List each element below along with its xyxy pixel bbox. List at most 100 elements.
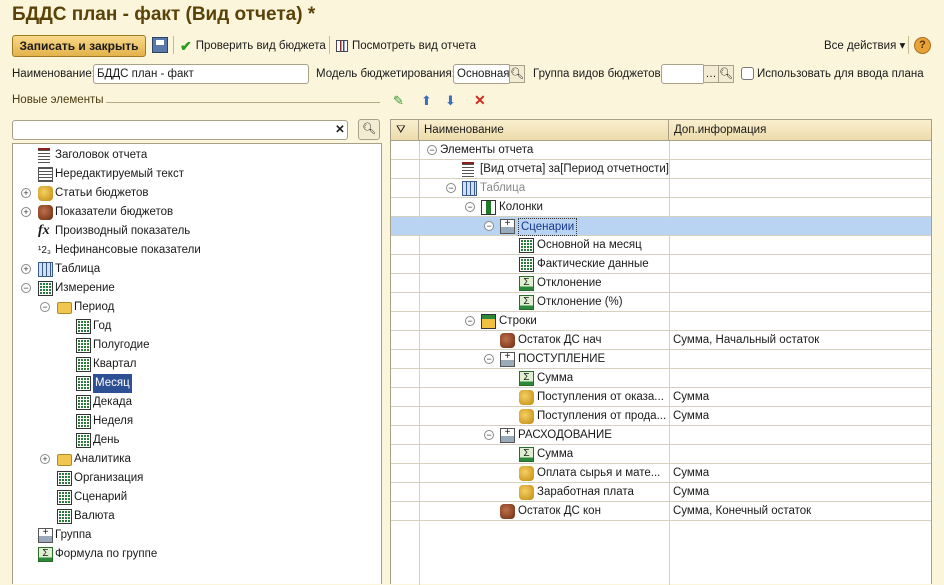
grid-row[interactable]: − Таблица xyxy=(391,179,931,198)
tree-item[interactable]: fx Производный показатель xyxy=(13,222,381,241)
expand-icon[interactable]: + xyxy=(21,207,31,217)
grid-row[interactable]: − + РАСХОДОВАНИЕ xyxy=(391,426,931,445)
text-icon xyxy=(38,167,53,182)
group-input[interactable] xyxy=(661,64,705,84)
report-structure-grid[interactable]: ⛛ Наименование Доп.информация − Элементы … xyxy=(390,119,932,585)
grid-row[interactable]: − Колонки xyxy=(391,198,931,217)
collapse-icon[interactable]: − xyxy=(40,302,50,312)
tree-item[interactable]: Месяц xyxy=(13,374,381,393)
expand-icon[interactable]: + xyxy=(21,188,31,198)
collapse-icon[interactable]: − xyxy=(21,283,31,293)
grid-row[interactable]: Оплата сырья и мате... Сумма xyxy=(391,464,931,483)
grid-row[interactable]: Заработная плата Сумма xyxy=(391,483,931,502)
grid-row[interactable]: Σ Отклонение (%) xyxy=(391,293,931,312)
tree-item[interactable]: + Аналитика xyxy=(13,450,381,469)
grid-icon xyxy=(57,490,72,505)
all-actions-menu[interactable]: Все действия ▾ xyxy=(824,37,905,55)
tree-item[interactable]: Год xyxy=(13,317,381,336)
column-header-name[interactable]: Наименование xyxy=(419,120,669,141)
coins-red-icon xyxy=(38,205,53,220)
divider xyxy=(106,102,380,103)
help-icon[interactable]: ? xyxy=(914,37,931,54)
tree-item-label: Период xyxy=(74,301,115,313)
tree-item[interactable]: Валюта xyxy=(13,507,381,526)
tree-item[interactable]: Декада xyxy=(13,393,381,412)
search-button-icon[interactable]: 🔍︎ xyxy=(358,119,380,140)
coins-red-icon xyxy=(500,504,515,519)
clear-search-icon[interactable]: ✕ xyxy=(332,121,348,139)
row-name: Сценарии xyxy=(518,218,578,236)
expand-icon[interactable]: + xyxy=(40,454,50,464)
tree-item[interactable]: + Статьи бюджетов xyxy=(13,184,381,203)
grid-icon xyxy=(76,319,91,334)
model-input[interactable]: Основная xyxy=(453,64,511,84)
grid-row[interactable]: Поступления от прода... Сумма xyxy=(391,407,931,426)
grid-row[interactable]: Σ Сумма xyxy=(391,445,931,464)
tree-item[interactable]: Σ Формула по группе xyxy=(13,545,381,564)
tree-item[interactable]: Нередактируемый текст xyxy=(13,165,381,184)
row-name: Отклонение xyxy=(537,277,602,289)
tree-item[interactable]: + Группа xyxy=(13,526,381,545)
filter-icon[interactable]: ⛛ xyxy=(391,120,419,141)
coins-icon xyxy=(519,466,534,481)
name-input[interactable]: БДДС план - факт xyxy=(93,64,309,84)
grid-row[interactable]: Остаток ДС кон Сумма, Конечный остаток xyxy=(391,502,931,521)
collapse-icon[interactable]: − xyxy=(484,354,494,364)
move-down-icon[interactable]: ⬇ xyxy=(445,93,456,109)
grid-row[interactable]: [Вид отчета] за[Период отчетности] xyxy=(391,160,931,179)
tree-item-label: Год xyxy=(93,320,112,332)
use-plan-checkbox[interactable] xyxy=(741,67,754,80)
collapse-icon[interactable]: − xyxy=(465,202,475,212)
delete-icon[interactable]: ✕ xyxy=(474,92,486,109)
save-and-close-button[interactable]: Записать и закрыть xyxy=(12,35,146,57)
grid-row[interactable]: − + Сценарии xyxy=(391,217,931,236)
collapse-icon[interactable]: − xyxy=(484,221,494,231)
tree-item[interactable]: − Измерение xyxy=(13,279,381,298)
grid-row[interactable]: Поступления от оказа... Сумма xyxy=(391,388,931,407)
collapse-icon[interactable]: − xyxy=(484,430,494,440)
tree-item[interactable]: ¹2₃ Нефинансовые показатели xyxy=(13,241,381,260)
grid-row[interactable]: Остаток ДС нач Сумма, Начальный остаток xyxy=(391,331,931,350)
collapse-icon[interactable]: − xyxy=(446,183,456,193)
elements-tree[interactable]: Заголовок отчета Нередактируемый текст + Ст… xyxy=(12,143,382,584)
sigma-icon: Σ xyxy=(519,371,534,386)
grid-row[interactable]: Основной на месяц xyxy=(391,236,931,255)
edit-icon[interactable]: ✎ xyxy=(393,93,404,109)
grid-row[interactable]: − Элементы отчета xyxy=(391,141,931,160)
tree-item[interactable]: Заголовок отчета xyxy=(13,146,381,165)
row-name: Отклонение (%) xyxy=(537,296,623,308)
grid-row[interactable]: − Строки xyxy=(391,312,931,331)
group-search-icon[interactable]: 🔍︎ xyxy=(718,65,734,83)
grid-row[interactable]: Σ Отклонение xyxy=(391,274,931,293)
tree-item[interactable]: Полугодие xyxy=(13,336,381,355)
view-report-button[interactable]: Посмотреть вид отчета xyxy=(336,37,476,55)
group-select-button[interactable]: … xyxy=(703,65,719,83)
tree-item-label: Полугодие xyxy=(93,339,150,351)
collapse-icon[interactable]: − xyxy=(427,145,437,155)
tree-item[interactable]: + Показатели бюджетов xyxy=(13,203,381,222)
column-header-info[interactable]: Доп.информация xyxy=(669,120,931,141)
tree-item[interactable]: Сценарий xyxy=(13,488,381,507)
element-search-input[interactable] xyxy=(12,120,348,140)
tree-item[interactable]: День xyxy=(13,431,381,450)
tree-item[interactable]: + Таблица xyxy=(13,260,381,279)
grid-row[interactable]: Σ Сумма xyxy=(391,369,931,388)
grid-icon xyxy=(76,357,91,372)
tree-item[interactable]: Неделя xyxy=(13,412,381,431)
row-name: Таблица xyxy=(480,182,526,194)
row-info: Сумма xyxy=(673,486,710,498)
expand-icon[interactable]: + xyxy=(21,264,31,274)
check-budget-button[interactable]: ✔ Проверить вид бюджета xyxy=(180,37,326,55)
grid-icon xyxy=(76,433,91,448)
sigma-icon: Σ xyxy=(519,276,534,291)
collapse-icon[interactable]: − xyxy=(465,316,475,326)
grid-row[interactable]: − + ПОСТУПЛЕНИЕ xyxy=(391,350,931,369)
move-up-icon[interactable]: ⬆ xyxy=(421,93,432,109)
tree-item[interactable]: − Период xyxy=(13,298,381,317)
coins-icon xyxy=(519,390,534,405)
model-search-icon[interactable]: 🔍︎ xyxy=(509,65,525,83)
save-icon[interactable] xyxy=(152,37,168,53)
grid-row[interactable]: Фактические данные xyxy=(391,255,931,274)
tree-item[interactable]: Организация xyxy=(13,469,381,488)
tree-item[interactable]: Квартал xyxy=(13,355,381,374)
